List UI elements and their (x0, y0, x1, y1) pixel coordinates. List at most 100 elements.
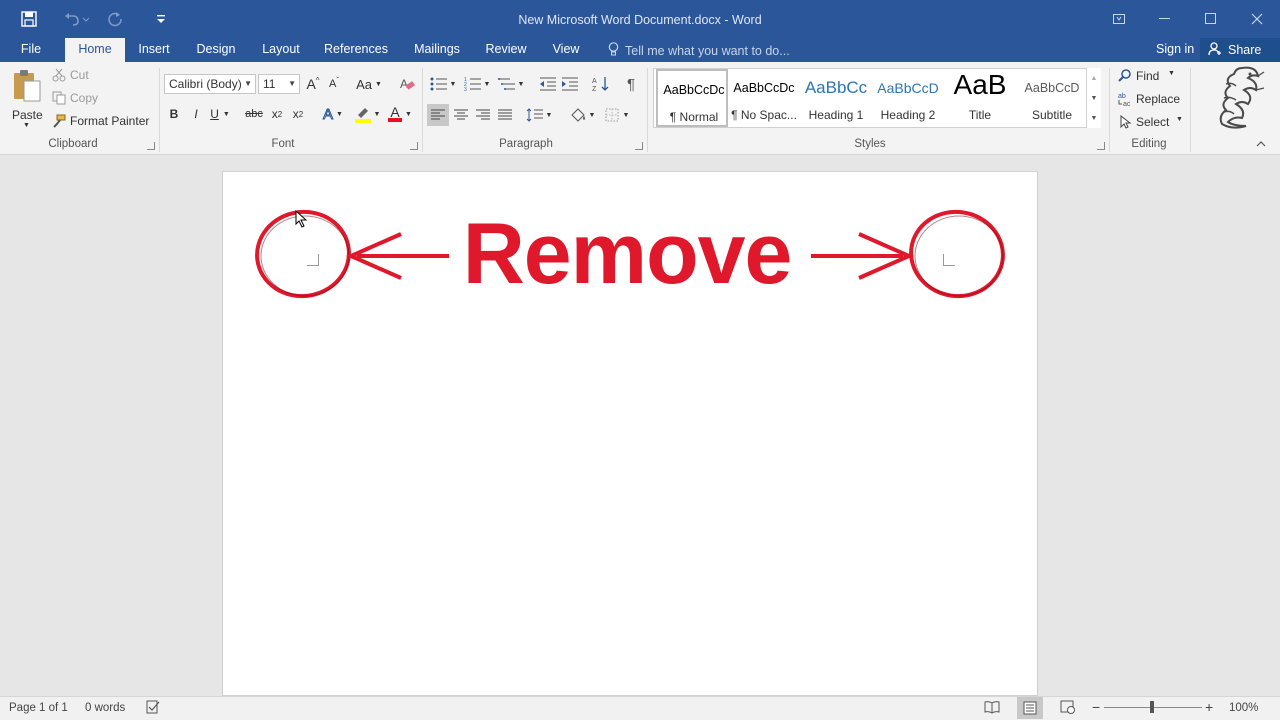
sign-in-link[interactable]: Sign in (1156, 42, 1194, 56)
increase-indent-icon[interactable] (560, 74, 580, 94)
tab-design[interactable]: Design (190, 38, 242, 62)
ribbon-display-options-icon[interactable] (1096, 0, 1142, 38)
paragraph-launcher-icon[interactable] (635, 142, 643, 150)
multilevel-list-button[interactable]: ▼ (496, 74, 526, 94)
style-no-spacing[interactable]: AaBbCcDc ¶ No Spac... (728, 69, 800, 127)
separator (647, 68, 648, 152)
font-size-value: 11 (263, 77, 276, 91)
bold-button[interactable]: B (166, 104, 182, 124)
text-effects-button[interactable]: A ▼ (318, 104, 348, 124)
close-icon[interactable] (1234, 0, 1280, 38)
highlight-button[interactable]: ▼ (352, 104, 382, 124)
style-normal[interactable]: AaBbCcDc ¶ Normal (656, 69, 728, 127)
show-formatting-marks-icon[interactable]: ¶ (622, 74, 640, 94)
line-spacing-button[interactable]: ▼ (524, 104, 554, 126)
select-button[interactable]: Select ▼ (1118, 114, 1183, 132)
web-layout-icon[interactable] (1060, 700, 1076, 717)
highlighter-icon (354, 108, 371, 123)
change-case-button[interactable]: Aa ▼ (354, 74, 384, 94)
copy-label: Copy (70, 91, 99, 105)
align-left-button[interactable] (427, 104, 449, 126)
style-heading-1[interactable]: AaBbCc Heading 1 (800, 69, 872, 127)
bullets-icon (430, 77, 447, 91)
align-center-icon[interactable] (450, 104, 472, 126)
maximize-icon[interactable] (1188, 0, 1234, 38)
separator (1109, 68, 1110, 152)
svg-text:A: A (400, 77, 408, 91)
top-right-margin-mark[interactable] (943, 254, 955, 266)
cursor-arrow-icon (1120, 115, 1132, 129)
page-count[interactable]: Page 1 of 1 (9, 702, 68, 714)
clear-formatting-icon[interactable]: A (397, 74, 417, 94)
svg-text:ac: ac (1123, 101, 1131, 107)
style-name: ¶ No Spac... (731, 108, 797, 122)
zoom-slider-thumb[interactable] (1150, 701, 1154, 713)
decrease-indent-icon[interactable] (538, 74, 558, 94)
read-mode-icon[interactable] (984, 700, 1000, 717)
clipboard-launcher-icon[interactable] (147, 142, 155, 150)
italic-button[interactable]: I (188, 104, 204, 124)
tab-references[interactable]: References (320, 38, 392, 62)
superscript-mark: 2 (298, 109, 304, 119)
replace-icon: abac (1118, 93, 1131, 107)
scroll-down-icon[interactable]: ▼ (1087, 90, 1101, 106)
font-size-box[interactable]: 11 ▼ (258, 74, 300, 94)
underline-button[interactable]: U ▼ (209, 104, 231, 124)
replace-button[interactable]: ab ac Replace (1118, 91, 1182, 109)
font-color-label: A (390, 104, 400, 120)
style-subtitle[interactable]: AaBbCcD Subtitle (1016, 69, 1088, 127)
scissors-icon (52, 68, 66, 82)
style-heading-2[interactable]: AaBbCcD Heading 2 (872, 69, 944, 127)
chevron-down-icon: ▼ (244, 79, 252, 88)
zoom-out-icon[interactable]: − (1092, 699, 1100, 715)
print-layout-button[interactable] (1017, 697, 1043, 719)
tab-review[interactable]: Review (480, 38, 532, 62)
paste-label: Paste (12, 108, 43, 122)
strikethrough-button[interactable]: abc (243, 104, 265, 124)
share-button[interactable]: Share (1200, 38, 1280, 62)
tab-view[interactable]: View (546, 38, 586, 62)
paintbrush-icon (53, 114, 66, 128)
minimize-icon[interactable] (1142, 0, 1188, 38)
style-preview: AaBbCc (804, 78, 868, 97)
dragon-logo (1212, 64, 1268, 132)
style-preview: AaB (953, 69, 1007, 100)
styles-launcher-icon[interactable] (1097, 142, 1105, 150)
font-color-button[interactable]: A ▼ (385, 104, 415, 124)
tell-me-box[interactable]: Tell me what you want to do... (608, 42, 790, 60)
tab-mailings[interactable]: Mailings (406, 38, 468, 62)
proofing-icon[interactable] (146, 700, 162, 717)
subscript-button[interactable]: x2 (267, 104, 287, 124)
bullets-button[interactable]: ▼ (428, 74, 458, 94)
shading-button[interactable]: ▼ (566, 104, 598, 126)
zoom-level[interactable]: 100% (1229, 702, 1258, 714)
document-page[interactable]: Remove (222, 171, 1038, 696)
separator (1190, 68, 1191, 152)
tab-layout[interactable]: Layout (255, 38, 307, 62)
tab-file[interactable]: File (10, 38, 52, 62)
paste-button[interactable]: Paste ▼ (10, 68, 44, 129)
find-button[interactable]: Find ▼ (1118, 68, 1178, 86)
word-count[interactable]: 0 words (85, 702, 125, 714)
scroll-up-icon[interactable]: ▲ (1087, 70, 1101, 86)
status-bar: Page 1 of 1 0 words − + 100% (0, 696, 1280, 720)
sort-icon[interactable]: AZ (591, 74, 611, 94)
font-name-box[interactable]: Calibri (Body) ▼ (164, 74, 256, 94)
numbering-button[interactable]: 1 2 3 ▼ (462, 74, 492, 94)
tab-insert[interactable]: Insert (132, 38, 176, 62)
top-left-margin-mark[interactable] (307, 254, 319, 266)
more-styles-icon[interactable]: ▼ (1087, 110, 1101, 126)
paste-dropdown-icon[interactable]: ▼ (23, 122, 30, 129)
superscript-button[interactable]: x2 (288, 104, 308, 124)
style-title[interactable]: AaB Title (944, 69, 1016, 127)
grow-font-button[interactable]: A ^ (304, 74, 322, 94)
borders-button[interactable]: ▼ (601, 104, 633, 126)
shrink-font-button[interactable]: Aˇ (325, 74, 343, 94)
font-launcher-icon[interactable] (410, 142, 418, 150)
collapse-ribbon-icon[interactable] (1254, 138, 1268, 150)
underline-label: U (210, 107, 219, 121)
tab-home[interactable]: Home (65, 38, 125, 62)
zoom-in-icon[interactable]: + (1205, 699, 1213, 715)
align-right-icon[interactable] (472, 104, 494, 126)
justify-icon[interactable] (494, 104, 516, 126)
